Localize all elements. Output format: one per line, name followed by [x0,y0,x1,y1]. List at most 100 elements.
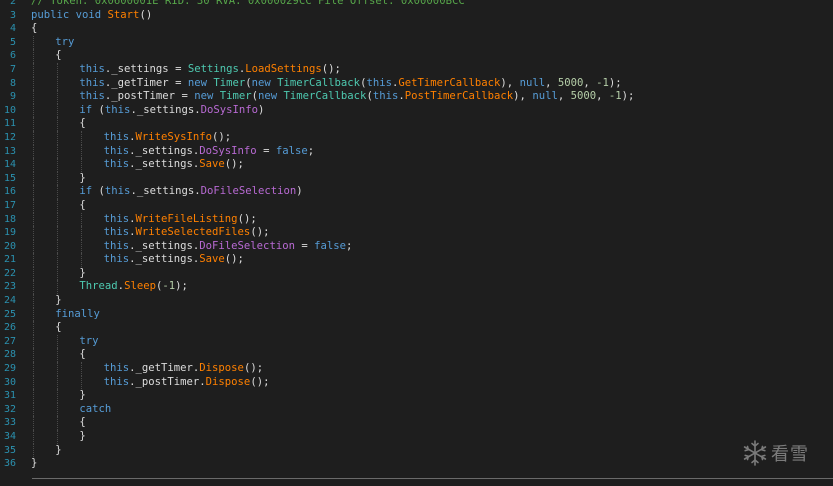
indent-guide [33,239,34,254]
code-token: if [79,185,99,198]
code-token: null [519,76,546,89]
indent-guide [33,430,34,444]
code-line[interactable]: 33 { [0,416,833,430]
line-number: 6 [9,50,16,62]
code-line[interactable]: 25 finally [0,307,833,322]
code-text: this._getTimer.Dispose(); [104,362,263,376]
code-line[interactable]: 2 // Token: 0x0600001E RID: 30 RVA: 0x000… [0,0,833,9]
line-number: 15 [3,172,16,184]
code-line[interactable]: 10 if (this._settings.DoSysInfo) [0,103,833,118]
code-line[interactable]: 17 { [0,198,833,213]
indent-guide [33,280,34,295]
line-number: 16 [3,186,16,198]
code-line[interactable]: 11 { [0,117,833,131]
code-token: if [79,103,99,116]
line-number: 34 [3,431,16,442]
code-line[interactable]: 22} [0,266,833,281]
line-number: 31 [3,390,16,402]
code-token: new [194,90,220,103]
code-token: } [79,430,86,442]
indent-guide [33,171,34,186]
code-line[interactable]: 27 try [0,334,833,349]
code-line[interactable]: 21 this._settings.Save(); [0,253,833,267]
code-line[interactable]: 35} [0,443,833,458]
line-number: 3 [9,9,16,21]
indent-guide [33,253,34,267]
line-number: 5 [9,36,16,48]
code-line[interactable]: 9 this._postTimer = new Timer(new TimerCa… [0,90,833,104]
code-line[interactable]: 36} [0,457,833,471]
indent-guide [33,35,34,50]
line-number: 30 [3,376,16,388]
code-line[interactable]: 30 this._postTimer.Dispose(); [0,375,833,390]
code-line[interactable]: 12 this.WriteSysInfo(); [0,130,833,145]
indent-guide [33,416,34,430]
code-token: this [103,144,130,157]
code-line[interactable]: 4{ [0,22,833,36]
indent-guide [33,130,34,145]
watermark-text: 看雪 [771,444,809,465]
code-token: this [103,226,130,239]
code-line[interactable]: 8 this._getTimer = new Timer(new TimerCal… [0,76,833,91]
code-line[interactable]: 14 this._settings.Save(); [0,158,833,172]
code-text: try [79,335,98,349]
indent-guide [57,130,59,145]
code-token: this [103,253,130,266]
code-text: } [31,457,37,471]
code-token: this [103,375,130,388]
code-line[interactable]: 7 this._settings = Settings.LoadSettings(… [0,62,833,77]
indent-guide [81,158,83,172]
code-line[interactable]: 23 Thread.Sleep(-1); [0,280,833,295]
indent-guide [33,307,34,322]
line-number: 33 [3,417,16,429]
indent-guide [57,212,59,227]
indent-guide [33,144,34,159]
code-token: (); [243,362,264,375]
code-text: { [79,117,85,131]
code-editor[interactable]: 2 // Token: 0x0600001E RID: 30 RVA: 0x000… [0,0,833,481]
code-line[interactable]: 3 public void Start() [0,9,833,23]
code-line[interactable]: 26 { [0,321,833,335]
code-token: new [251,76,278,89]
indent-guide [57,362,59,376]
code-token: this [103,158,130,171]
code-line[interactable]: 13 this._settings.DoSysInfo = false; [0,144,833,159]
line-number: 7 [9,63,16,75]
indent-guide [81,226,83,240]
code-line[interactable]: 5 try [0,35,833,50]
code-token: (); [250,226,270,239]
code-token: DoSysInfo [200,103,259,116]
line-number: 35 [3,444,16,456]
code-line[interactable]: 32 catch [0,402,833,417]
code-token: this [366,76,392,89]
editor-bottom-border [32,478,833,479]
code-token: catch [79,402,112,415]
code-text: { [79,348,85,362]
code-line[interactable]: 6{ [0,49,833,63]
code-token: DoFileSelection [199,239,295,252]
code-token: ._settings = [104,62,188,75]
code-line[interactable]: 20 this._settings.DoFileSelection = false… [0,239,833,254]
code-token: this [79,76,105,89]
indent-guide [57,62,59,77]
code-line[interactable]: 16 if (this._settings.DoFileSelection) [0,185,833,199]
code-text: if (this._settings.DoFileSelection) [79,185,302,199]
code-line[interactable]: 31} [0,389,833,403]
indent-guide [33,362,34,376]
code-text: this._settings = Settings.LoadSettings()… [79,63,341,77]
code-token: { [79,117,86,130]
code-token: new [187,76,214,89]
code-line[interactable]: 18 this.WriteFileListing(); [0,212,833,227]
line-number: 32 [3,403,16,415]
code-line[interactable]: 15} [0,171,833,186]
code-token: TimerCallback [277,76,361,89]
code-line[interactable]: 19 this.WriteSelectedFiles(); [0,226,833,240]
code-line[interactable]: 34} [0,430,833,444]
code-line[interactable]: 24} [0,294,833,308]
code-token: // Token: 0x0600001E RID: 30 RVA: 0x0000… [31,0,465,7]
code-line[interactable]: 28 { [0,348,833,363]
code-token: LoadSettings [245,62,322,75]
code-token: this [103,130,130,143]
code-line[interactable]: 29 this._getTimer.Dispose(); [0,362,833,376]
code-token: = [256,144,276,157]
